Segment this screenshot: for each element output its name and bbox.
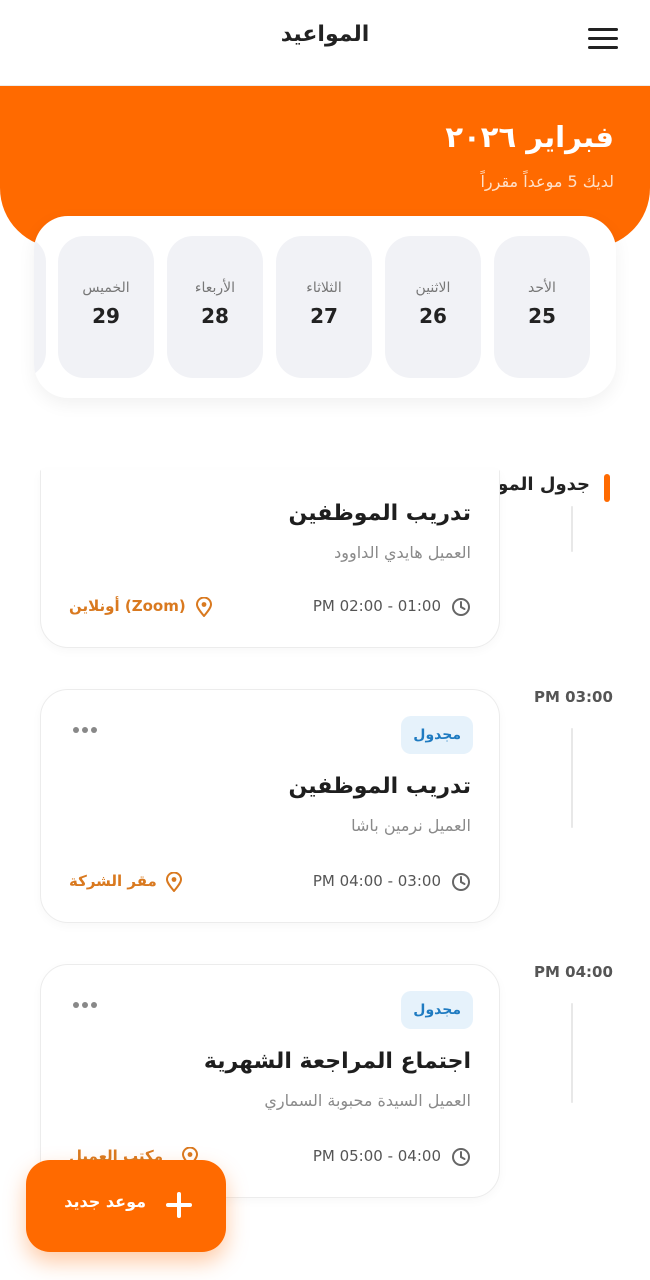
status-badge: مجدول bbox=[401, 991, 473, 1029]
day-number: 29 bbox=[92, 304, 120, 328]
status-badge: مجدول bbox=[401, 716, 473, 754]
appointment-location: مقر الشركة bbox=[67, 870, 197, 894]
time-text: PM 05:00 - 04:00 bbox=[312, 1147, 441, 1165]
day-name: الأحد bbox=[528, 280, 556, 296]
appointment-time: PM 04:00 - 03:00 bbox=[271, 870, 471, 894]
client-name: العميل هايدي الداوود bbox=[334, 543, 471, 562]
clock-icon bbox=[452, 1148, 470, 1166]
location-pin-icon bbox=[195, 597, 213, 617]
plus-icon bbox=[166, 1192, 192, 1218]
new-appointment-label: موعد جديد bbox=[64, 1192, 146, 1211]
day-tuesday[interactable]: الثلاثاء 27 bbox=[276, 236, 372, 378]
month-title: فبراير ٢٠٢٦ bbox=[445, 120, 614, 154]
week-strip[interactable]: الأحد 25 الاثنين 26 الثلاثاء 27 الأربعاء… bbox=[34, 216, 616, 398]
app-bar: المواعيد bbox=[0, 0, 650, 86]
day-name: الخميس bbox=[82, 280, 130, 296]
more-dots-icon[interactable] bbox=[71, 999, 101, 1011]
day-wednesday[interactable]: الأربعاء 28 bbox=[167, 236, 263, 378]
day-number: 27 bbox=[310, 304, 338, 328]
clock-icon bbox=[452, 598, 470, 616]
day-name: الثلاثاء bbox=[306, 280, 342, 296]
client-name: العميل السيدة محبوبة السماري bbox=[264, 1091, 471, 1110]
day-thursday[interactable]: الخميس 29 bbox=[58, 236, 154, 378]
client-name: العميل نرمين باشا bbox=[351, 816, 471, 835]
appointments-count: لديك 5 موعداً مقرراً bbox=[480, 172, 614, 191]
timeline-line bbox=[571, 1003, 573, 1103]
day-name: الاثنين bbox=[415, 280, 451, 296]
day-number: 25 bbox=[528, 304, 556, 328]
timeline-line bbox=[571, 506, 573, 552]
location-pin-icon bbox=[165, 872, 183, 892]
timeline-line bbox=[571, 728, 573, 828]
appointment-card[interactable]: مجدول تدريب الموظفين العميل نرمين باشا P… bbox=[40, 689, 500, 923]
appointment-title: تدريب الموظفين bbox=[288, 774, 471, 799]
hamburger-icon[interactable] bbox=[588, 28, 620, 52]
time-slot-label: PM 03:00 bbox=[534, 688, 613, 706]
day-sunday[interactable]: الأحد 25 bbox=[494, 236, 590, 378]
more-dots-icon[interactable] bbox=[71, 724, 101, 736]
location-text: مقر الشركة bbox=[69, 872, 157, 890]
appointment-time: PM 02:00 - 01:00 bbox=[271, 595, 471, 619]
appointment-card[interactable]: تدريب الموظفين العميل هايدي الداوود PM 0… bbox=[40, 470, 500, 648]
page-title: المواعيد bbox=[280, 22, 370, 47]
new-appointment-button[interactable]: موعد جديد bbox=[26, 1160, 226, 1252]
time-slot-label: PM 04:00 bbox=[534, 963, 613, 981]
location-text: أونلاين (Zoom) bbox=[69, 597, 186, 615]
appointment-location: أونلاين (Zoom) bbox=[67, 595, 217, 619]
day-number: 28 bbox=[201, 304, 229, 328]
appointment-title: تدريب الموظفين bbox=[288, 501, 471, 526]
day-name: الأربعاء bbox=[194, 280, 236, 296]
clock-icon bbox=[452, 873, 470, 891]
time-text: PM 04:00 - 03:00 bbox=[312, 872, 441, 890]
day-partial[interactable] bbox=[34, 236, 46, 378]
time-text: PM 02:00 - 01:00 bbox=[312, 597, 441, 615]
appointment-title: اجتماع المراجعة الشهرية bbox=[203, 1049, 471, 1074]
day-monday[interactable]: الاثنين 26 bbox=[385, 236, 481, 378]
day-number: 26 bbox=[419, 304, 447, 328]
appointment-time: PM 05:00 - 04:00 bbox=[271, 1145, 471, 1169]
accent-bar bbox=[604, 474, 610, 502]
